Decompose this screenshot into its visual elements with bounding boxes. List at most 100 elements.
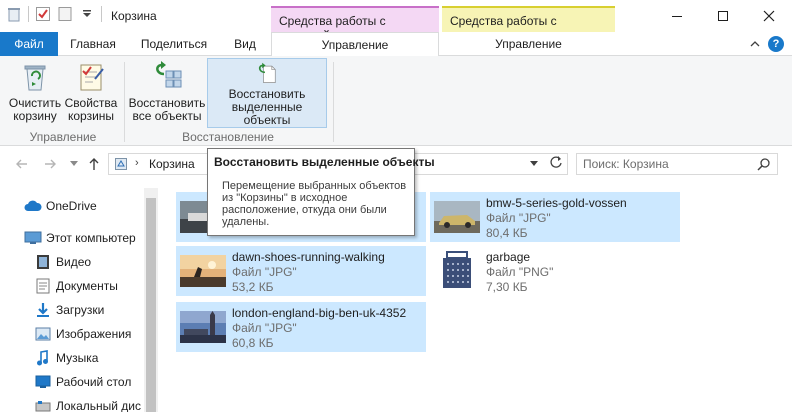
up-arrow-icon — [89, 158, 99, 170]
recycle-bin-location-icon — [115, 158, 127, 170]
restore-selected-label: Восстановить выделенные объекты — [228, 87, 306, 127]
file-type: Файл "JPG" — [232, 321, 297, 335]
forward-arrow-icon — [45, 159, 56, 169]
restore-all-icon — [156, 61, 182, 88]
scrollbar-thumb[interactable] — [146, 198, 156, 412]
restore-all-label: Восстановить все объекты — [128, 96, 206, 123]
file-type: Файл "PNG" — [486, 265, 554, 279]
file-info: bmw-5-series-gold-vossen Файл "JPG" 80,4… — [486, 196, 627, 241]
tab-file[interactable]: Файл — [0, 32, 58, 56]
sidebar-item-local-disk[interactable]: Локальный дис — [34, 395, 144, 412]
search-box[interactable] — [576, 153, 778, 175]
chevron-down-icon-2 — [530, 161, 538, 166]
tooltip-title: Восстановить выделенные объекты — [214, 155, 435, 169]
restore-selected-button[interactable]: Восстановить выделенные объекты — [207, 58, 327, 128]
back-arrow-icon — [16, 159, 27, 169]
file-type: Файл "JPG" — [486, 211, 551, 225]
customize-qat-icon[interactable] — [79, 6, 95, 22]
tab-share[interactable]: Поделиться — [130, 32, 218, 56]
sidebar-item-label: Этот компьютер — [46, 231, 136, 245]
chevron-down-icon — [70, 161, 78, 166]
context-group-recycle-tools: Средства работы с корзиной — [271, 6, 439, 42]
recycle-bin-properties-button[interactable]: Свойства корзины — [64, 58, 118, 128]
restore-selected-icon — [258, 62, 276, 83]
ribbon-help-area: ? — [750, 36, 784, 52]
properties-icon — [80, 64, 104, 91]
file-item[interactable]: bmw-5-series-gold-vossen Файл "JPG" 80,4… — [430, 192, 680, 242]
file-name: dawn-shoes-running-walking — [232, 250, 385, 264]
back-button[interactable] — [14, 156, 30, 172]
recent-locations-button[interactable] — [66, 156, 82, 172]
ribbon-panel: Очистить корзину Свойства корзины Восста… — [0, 56, 792, 146]
empty-bin-icon — [24, 65, 46, 91]
address-history-button[interactable] — [530, 159, 538, 169]
expand-ribbon-icon[interactable] — [750, 39, 760, 49]
sidebar-item-label: Рабочий стол — [56, 375, 132, 389]
maximize-button[interactable] — [700, 0, 746, 32]
context-group-picture-tools: Средства работы с рисунками — [442, 6, 615, 42]
minimize-icon — [672, 16, 682, 17]
sidebar-item-label: Загрузки — [56, 303, 105, 317]
tab-home[interactable]: Главная — [60, 32, 126, 56]
file-size: 80,4 КБ — [486, 226, 528, 240]
new-folder-icon[interactable] — [57, 6, 73, 22]
sidebar-item-label: Документы — [56, 279, 118, 293]
file-name: garbage — [486, 250, 531, 264]
up-button[interactable] — [86, 156, 102, 172]
qat-separator — [28, 6, 29, 22]
properties-check-icon[interactable] — [35, 6, 51, 22]
file-item[interactable]: london-england-big-ben-uk-4352 Файл "JPG… — [176, 302, 426, 352]
title-bar: Корзина Средства работы с корзиной Средс… — [0, 0, 792, 42]
sidebar-item-label: Видео — [56, 255, 92, 269]
breadcrumb-location[interactable]: Корзина — [149, 157, 195, 171]
file-item[interactable]: dawn-shoes-running-walking Файл "JPG" 53… — [176, 246, 426, 296]
restore-selected-tooltip: Восстановить выделенные объекты Перемеще… — [207, 148, 435, 236]
file-info: dawn-shoes-running-walking Файл "JPG" 53… — [232, 250, 385, 295]
tab-manage-recycle-bin[interactable]: Управление — [271, 32, 439, 57]
minimize-button[interactable] — [654, 0, 700, 32]
file-size: 60,8 КБ — [232, 336, 274, 350]
forward-button[interactable] — [42, 156, 58, 172]
tab-manage-pictures[interactable]: Управление — [442, 32, 615, 56]
file-info: london-england-big-ben-uk-4352 Файл "JPG… — [232, 306, 406, 351]
file-thumbnail — [434, 201, 480, 233]
search-input[interactable] — [583, 156, 751, 172]
file-type: Файл "JPG" — [232, 265, 297, 279]
drive-icon — [34, 398, 52, 412]
file-name: bmw-5-series-gold-vossen — [486, 196, 627, 210]
music-icon — [34, 350, 52, 366]
ribbon-group-manage-label: Управление — [29, 130, 97, 144]
empty-bin-label: Очистить корзину — [8, 96, 62, 123]
search-icon[interactable] — [757, 157, 771, 171]
downloads-icon — [34, 302, 52, 318]
sidebar-item-label: Локальный дис — [56, 399, 141, 412]
desktop-icon — [34, 374, 52, 390]
file-info: garbage Файл "PNG" 7,30 КБ — [486, 250, 553, 295]
file-size: 53,2 КБ — [232, 280, 274, 294]
documents-icon — [34, 278, 52, 294]
cloud-icon — [24, 198, 42, 214]
file-size: 7,30 КБ — [486, 280, 528, 294]
close-button[interactable] — [746, 0, 792, 32]
close-icon — [763, 10, 775, 22]
tab-view[interactable]: Вид — [222, 32, 268, 56]
video-icon — [34, 254, 52, 270]
file-thumbnail — [180, 255, 226, 287]
restore-all-button[interactable]: Восстановить все объекты — [128, 58, 206, 128]
tooltip-body: Перемещение выбранных объектов из "Корзи… — [222, 180, 407, 228]
refresh-button[interactable] — [549, 155, 563, 172]
maximize-icon — [718, 11, 728, 21]
file-thumbnail — [180, 311, 226, 343]
ribbon-group-restore-label: Восстановление — [182, 130, 274, 144]
window-title: Корзина — [111, 9, 157, 23]
sidebar-item-label: OneDrive — [46, 199, 97, 213]
navigation-pane: OneDrive Этот компьютер Видео Документы … — [0, 184, 158, 412]
empty-recycle-bin-button[interactable]: Очистить корзину — [6, 58, 64, 128]
file-item[interactable]: garbage Файл "PNG" 7,30 КБ — [430, 246, 680, 296]
file-name: london-england-big-ben-uk-4352 — [232, 306, 407, 320]
help-icon[interactable]: ? — [768, 36, 784, 52]
navigation-pane-scrollbar[interactable] — [144, 188, 158, 412]
ribbon-tab-bar: Файл Главная Поделиться Вид Управление У… — [0, 32, 792, 57]
recycle-bin-small-icon — [6, 6, 22, 22]
bin-properties-label: Свойства корзины — [64, 96, 118, 123]
